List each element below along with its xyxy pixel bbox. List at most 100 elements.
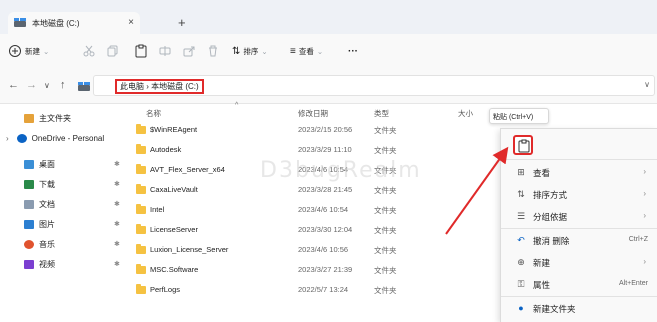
- sidebar-item[interactable]: 文档 ✱: [0, 194, 132, 214]
- menu-item-shortcut: Alt+Enter: [619, 280, 648, 287]
- sidebar-item-label: 音乐: [39, 239, 55, 249]
- recent-locations-icon[interactable]: ∨: [44, 81, 50, 90]
- file-name: Autodesk: [150, 145, 182, 154]
- column-header-name[interactable]: 名称: [146, 108, 161, 119]
- delete-icon[interactable]: [206, 44, 220, 58]
- pin-icon[interactable]: ✱: [114, 240, 120, 248]
- sidebar-item[interactable]: 下载 ✱: [0, 174, 132, 194]
- drive-icon: [78, 82, 90, 91]
- sidebar-item-label: 视频: [39, 259, 55, 269]
- pin-icon[interactable]: ✱: [114, 180, 120, 188]
- breadcrumb-path: 此电脑 › 本地磁盘 (C:): [120, 82, 199, 91]
- folder-icon: [136, 264, 146, 274]
- column-header-size[interactable]: 大小: [458, 108, 473, 119]
- desktop-icon: [24, 159, 34, 169]
- file-name: MSC.Software: [150, 265, 199, 274]
- pictures-icon: [24, 219, 34, 229]
- file-date: 2023/4/6 10:56: [298, 245, 349, 254]
- undo-icon: ↶: [517, 235, 525, 245]
- file-type: 文件夹: [374, 146, 397, 155]
- file-name: CaxaLiveVault: [150, 185, 198, 194]
- rename-icon[interactable]: [158, 44, 172, 58]
- sort-button[interactable]: ⇅ 排序 ⌄: [232, 43, 268, 59]
- copy-icon[interactable]: [106, 44, 120, 58]
- paste-icon[interactable]: [134, 44, 148, 58]
- cut-icon[interactable]: [82, 44, 96, 58]
- file-type: 文件夹: [374, 186, 397, 195]
- file-date: 2023/3/30 12:04: [298, 225, 353, 234]
- menu-item[interactable]: ⚿ 属性 Alt+Enter: [501, 273, 657, 295]
- sidebar-item[interactable]: 图片 ✱: [0, 214, 132, 234]
- file-type: 文件夹: [374, 126, 397, 135]
- download-icon: [24, 179, 34, 189]
- menu-item-label: 新建: [533, 258, 551, 268]
- menu-item[interactable]: ● 新建文件夹: [501, 297, 657, 319]
- more-options-icon[interactable]: ···: [348, 43, 358, 59]
- sort-icon: ⇅: [232, 45, 241, 57]
- sidebar-item[interactable]: 视频 ✱: [0, 254, 132, 274]
- document-icon: [24, 199, 34, 209]
- column-header-date[interactable]: 修改日期: [298, 108, 328, 119]
- pin-icon[interactable]: ✱: [114, 220, 120, 228]
- paste-button[interactable]: [513, 135, 533, 155]
- menu-item[interactable]: ⊕ 新建 ›: [501, 251, 657, 273]
- column-header-type[interactable]: 类型: [374, 108, 389, 119]
- file-date: 2022/5/7 13:24: [298, 285, 349, 294]
- address-bar[interactable]: 此电脑 › 本地磁盘 (C:) ∨: [93, 75, 655, 96]
- chevron-right-icon: ›: [643, 167, 646, 176]
- file-name: $WinREAgent: [150, 125, 198, 134]
- folder-icon: [136, 284, 146, 294]
- pin-icon[interactable]: ✱: [114, 260, 120, 268]
- menu-item[interactable]: ↶ 撤消 删除 Ctrl+Z: [501, 229, 657, 251]
- folder-icon: [136, 204, 146, 214]
- close-tab-icon[interactable]: ×: [128, 17, 134, 28]
- watermark-text: D3bugRealm: [260, 158, 422, 183]
- chevron-right-icon: ›: [643, 257, 646, 266]
- breadcrumb[interactable]: 此电脑 › 本地磁盘 (C:): [115, 79, 204, 94]
- folder-icon: [136, 184, 146, 194]
- menu-item-label: 分组依据: [533, 212, 568, 222]
- chevron-down-icon[interactable]: ∨: [644, 80, 650, 89]
- menu-item[interactable]: ☰ 分组依据 ›: [501, 205, 657, 227]
- sidebar-item-label: 下载: [39, 179, 55, 189]
- pin-icon[interactable]: ✱: [114, 160, 120, 168]
- view-button[interactable]: ≡ 查看 ⌄: [290, 43, 323, 59]
- sidebar-item[interactable]: › OneDrive - Personal: [0, 128, 132, 148]
- sidebar-item-label: 主文件夹: [39, 113, 71, 123]
- chevron-right-icon[interactable]: ›: [6, 134, 9, 143]
- view-icon: ≡: [290, 45, 296, 57]
- sidebar-item-label: 桌面: [39, 159, 55, 169]
- back-arrow-icon[interactable]: ←: [8, 79, 19, 91]
- context-menu: ⊞ 查看 › ⇅ 排序方式 › ☰ 分组依据 › ↶ 撤消 删除 Ctrl+Z ⊕ 新建 › ⚿ 属性 Alt+E…: [500, 128, 657, 322]
- file-date: 2023/4/6 10:54: [298, 205, 349, 214]
- navigation-pane: 主文件夹 › OneDrive - Personal 桌面 ✱ 下载 ✱ 文档 ✱ 图片 ✱ 音乐 ✱ 视…: [0, 104, 132, 322]
- cloud-icon: [16, 133, 27, 143]
- sidebar-item-label: 图片: [39, 219, 55, 229]
- chevron-down-icon: ⌄: [43, 46, 50, 56]
- key-icon: ⚿: [517, 279, 525, 289]
- chevron-right-icon: ›: [643, 211, 646, 220]
- up-arrow-icon[interactable]: ↑: [60, 79, 66, 91]
- file-name: LicenseServer: [150, 225, 198, 234]
- forward-arrow-icon[interactable]: →: [26, 79, 37, 91]
- pin-icon[interactable]: ✱: [114, 200, 120, 208]
- menu-item-label: 撤消 删除: [533, 236, 570, 246]
- menu-item[interactable]: ⇅ 排序方式 ›: [501, 183, 657, 205]
- file-type: 文件夹: [374, 246, 397, 255]
- tab-local-disk[interactable]: 本地磁盘 (C:) ×: [8, 12, 140, 34]
- new-tab-button[interactable]: +: [178, 16, 186, 29]
- new-button[interactable]: 新建 ⌄: [8, 43, 49, 59]
- video-icon: [24, 259, 34, 269]
- menu-item-label: 新建文件夹: [533, 304, 576, 314]
- sidebar-item[interactable]: 主文件夹: [0, 108, 132, 128]
- sidebar-item[interactable]: 音乐 ✱: [0, 234, 132, 254]
- share-icon[interactable]: [182, 44, 196, 58]
- file-name: Luxion_License_Server: [150, 245, 229, 254]
- chevron-down-icon: ⌄: [316, 46, 324, 56]
- menu-item[interactable]: ⊞ 查看 ›: [501, 161, 657, 183]
- paste-tooltip: 粘贴 (Ctrl+V): [489, 108, 549, 124]
- folder-icon: [136, 144, 146, 154]
- sidebar-item[interactable]: 桌面 ✱: [0, 154, 132, 174]
- plus-circle-icon: [9, 45, 21, 57]
- new-button-label: 新建: [25, 46, 40, 56]
